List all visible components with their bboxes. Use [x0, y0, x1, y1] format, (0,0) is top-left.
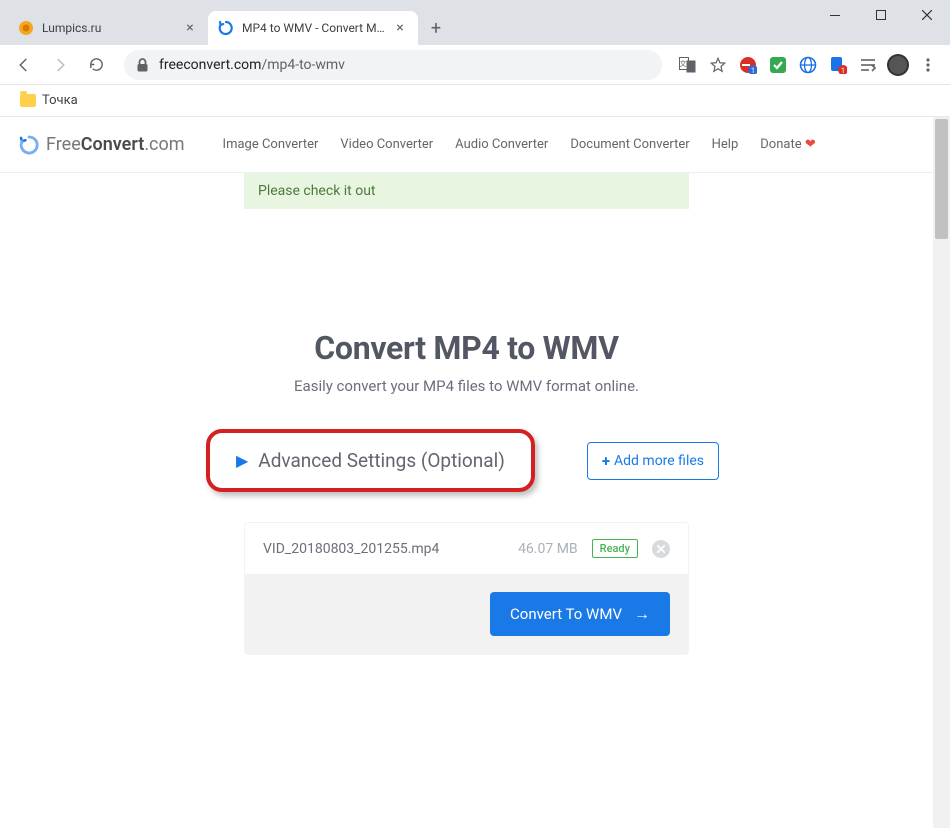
- advanced-settings-label: Advanced Settings (Optional): [258, 449, 505, 472]
- file-row: VID_20180803_201255.mp4 46.07 MB Ready: [245, 523, 688, 574]
- heart-icon: ❤: [805, 137, 816, 152]
- window-maximize[interactable]: [858, 0, 904, 30]
- browser-tab-active[interactable]: MP4 to WMV - Convert MP4 to W ×: [208, 11, 418, 45]
- toolbar-right: 文 1 1: [674, 51, 942, 79]
- file-size: 46.07 MB: [518, 541, 578, 557]
- scrollbar-thumb[interactable]: [935, 119, 948, 239]
- window-close[interactable]: [904, 0, 950, 30]
- controls-row: ▶ Advanced Settings (Optional) + Add mor…: [0, 435, 933, 486]
- tab-title: MP4 to WMV - Convert MP4 to W: [242, 21, 392, 35]
- folder-icon: [20, 94, 36, 107]
- svg-text:1: 1: [841, 67, 845, 74]
- nav-back-button[interactable]: [8, 49, 40, 81]
- reading-list-icon[interactable]: [854, 51, 882, 79]
- window-titlebar: [0, 0, 950, 8]
- nav-help[interactable]: Help: [712, 137, 739, 152]
- nav-donate[interactable]: Donate ❤: [760, 137, 815, 152]
- main-section: Convert MP4 to WMV Easily convert your M…: [0, 329, 933, 655]
- translate-icon[interactable]: 文: [674, 51, 702, 79]
- browser-tab[interactable]: Lumpics.ru ×: [8, 11, 208, 45]
- tab-title: Lumpics.ru: [42, 21, 182, 35]
- nav-image-converter[interactable]: Image Converter: [223, 137, 319, 152]
- window-controls: [812, 0, 950, 45]
- add-more-label: Add more files: [614, 453, 704, 469]
- file-name: VID_20180803_201255.mp4: [263, 541, 504, 557]
- profile-avatar[interactable]: [884, 51, 912, 79]
- arrow-right-icon: →: [634, 604, 650, 624]
- favicon-lumpics: [18, 20, 34, 36]
- chrome-menu-icon[interactable]: [914, 51, 942, 79]
- tab-close-icon[interactable]: ×: [182, 20, 198, 36]
- tab-strip: Lumpics.ru × MP4 to WMV - Convert MP4 to…: [0, 8, 950, 45]
- extension-globe-icon[interactable]: [794, 51, 822, 79]
- bookmark-item[interactable]: Точка: [12, 89, 86, 112]
- new-tab-button[interactable]: +: [422, 14, 450, 42]
- bookmark-star-icon[interactable]: [704, 51, 732, 79]
- notice-banner: Please check it out: [244, 173, 689, 209]
- scrollbar-track[interactable]: [933, 117, 950, 828]
- nav-video-converter[interactable]: Video Converter: [340, 137, 433, 152]
- site-header: FreeConvert.com Image Converter Video Co…: [0, 117, 933, 173]
- page-heading: Convert MP4 to WMV: [0, 329, 933, 367]
- nav-forward-button[interactable]: [44, 49, 76, 81]
- bookmark-label: Точка: [42, 93, 78, 108]
- page-subheading: Easily convert your MP4 files to WMV for…: [0, 377, 933, 395]
- page-viewport: FreeConvert.com Image Converter Video Co…: [0, 117, 950, 828]
- nav-document-converter[interactable]: Document Converter: [570, 137, 689, 152]
- site-logo[interactable]: FreeConvert.com: [18, 134, 185, 156]
- extension-blue-badge-icon[interactable]: 1: [824, 51, 852, 79]
- lock-icon: [136, 58, 149, 72]
- caret-right-icon: ▶: [236, 451, 248, 470]
- logo-icon: [18, 134, 40, 156]
- convert-button-label: Convert To WMV: [510, 605, 622, 623]
- window-minimize[interactable]: [812, 0, 858, 30]
- browser-toolbar: freeconvert.com/mp4-to-wmv 文 1 1: [0, 45, 950, 85]
- file-card-footer: Convert To WMV →: [245, 574, 688, 654]
- svg-text:1: 1: [751, 67, 755, 74]
- file-list-card: VID_20180803_201255.mp4 46.07 MB Ready C…: [244, 522, 689, 655]
- status-badge: Ready: [592, 539, 638, 558]
- convert-button[interactable]: Convert To WMV →: [490, 592, 670, 636]
- url-path: /mp4-to-wmv: [261, 57, 345, 73]
- logo-text: FreeConvert.com: [46, 134, 185, 155]
- remove-file-button[interactable]: [652, 540, 670, 558]
- favicon-freeconvert: [218, 20, 234, 36]
- extension-adblock-icon[interactable]: 1: [734, 51, 762, 79]
- address-bar[interactable]: freeconvert.com/mp4-to-wmv: [124, 50, 662, 80]
- site-nav: Image Converter Video Converter Audio Co…: [223, 137, 816, 152]
- advanced-settings-toggle[interactable]: ▶ Advanced Settings (Optional): [214, 435, 527, 486]
- url-host: freeconvert.com: [159, 57, 261, 73]
- nav-reload-button[interactable]: [80, 49, 112, 81]
- nav-audio-converter[interactable]: Audio Converter: [455, 137, 548, 152]
- svg-text:文: 文: [680, 59, 687, 68]
- bookmarks-bar: Точка: [0, 85, 950, 117]
- add-more-files-button[interactable]: + Add more files: [587, 442, 719, 480]
- tab-close-icon[interactable]: ×: [392, 20, 408, 36]
- extension-check-icon[interactable]: [764, 51, 792, 79]
- plus-icon: +: [602, 452, 610, 470]
